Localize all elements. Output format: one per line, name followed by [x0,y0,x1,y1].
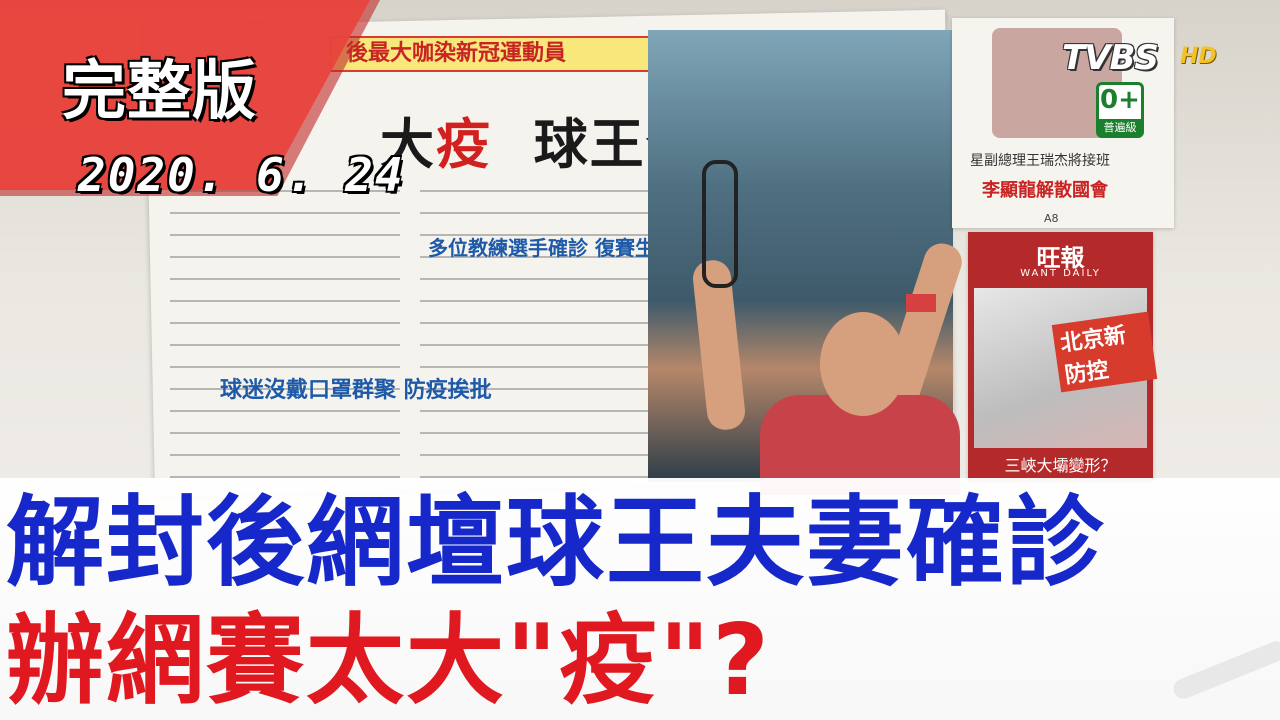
wristband [906,294,936,312]
rating-symbol: 0+ [1100,85,1140,115]
video-title-line1: 解封後網壇球王夫妻確診 [6,486,1107,600]
hd-badge: HD [1180,44,1217,69]
video-title-line2: 辦網賽太大"疫"? [6,604,771,718]
want-daily-caption: 三峽大壩變形？ [1004,456,1117,475]
player-head [820,312,906,416]
side-newspaper-bottom: 旺報 WANT DAILY 北京新防控 三峽大壩變形？ [968,232,1158,482]
want-daily-masthead-en: WANT DAILY [1020,268,1101,279]
side-top-line1: 星副總理王瑞杰將接班 [970,153,1110,169]
newspaper-banner: 後最大咖染新冠運動員 [330,36,668,72]
side-top-line2: 李顯龍解散國會 [982,180,1108,201]
tvbs-logo: TVBS HD [1062,34,1232,80]
article-subhead-left: 球迷沒戴口罩群聚 防疫挨批 [220,378,492,403]
broadcast-date: 2020. 6. 24 [78,148,405,202]
tvbs-wordmark: TVBS [1062,38,1159,78]
headline-red-word: 疫 [436,113,492,176]
rating-text: 普遍級 [1099,119,1141,135]
side-top-page-number: A8 [1044,212,1059,225]
article-column-left [170,190,400,480]
want-daily-badge: 北京新防控 [1051,311,1158,393]
tennis-racket-icon [702,160,738,288]
full-version-label: 完整版 [62,55,257,129]
article-subhead-right: 多位教練選手確診 復賽生變 [428,236,675,260]
rating-badge: 0+ 普遍級 [1096,82,1144,138]
